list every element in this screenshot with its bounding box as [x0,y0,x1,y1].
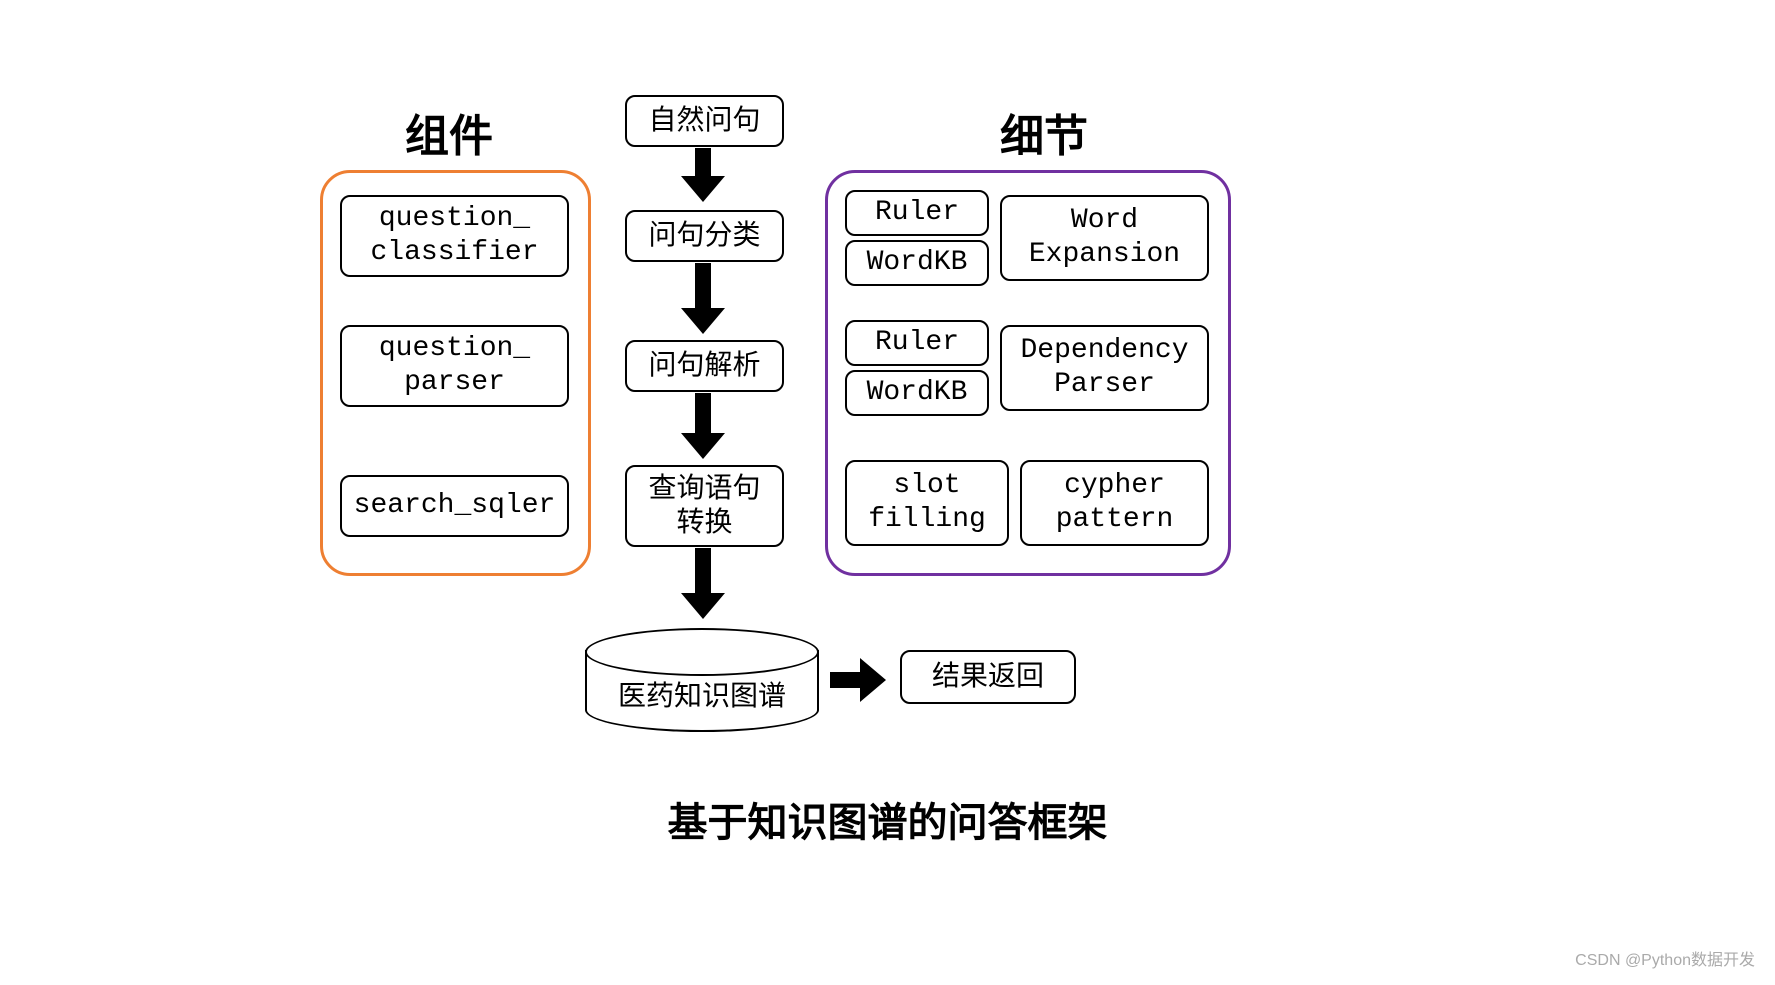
label: 自然问句 [648,104,760,138]
detail-wordkb-2: WordKB [845,370,989,416]
label-line2: 转换 [676,506,732,540]
label: 医药知识图谱 [618,674,786,714]
label: Ruler [875,196,959,230]
diagram-title: 基于知识图谱的问答框架 [0,790,1775,848]
node-natural-question: 自然问句 [625,95,784,147]
label: search_sqler [354,489,556,523]
right-header: 细节 [1000,100,1088,164]
node-result-return: 结果返回 [900,650,1076,704]
diagram-canvas: 组件 细节 question_ classifier question_ par… [0,0,1775,985]
label: 问句解析 [648,349,760,383]
label: 结果返回 [932,660,1044,694]
detail-cypher-pattern: cypher pattern [1020,460,1209,546]
label-line2: pattern [1056,503,1174,537]
arrow-icon [685,393,721,459]
arrow-icon [685,148,721,202]
label-line1: 查询语句 [648,472,760,506]
label: WordKB [867,376,968,410]
arrow-icon [685,263,721,334]
node-question-parse: 问句解析 [625,340,784,392]
label-line1: cypher [1064,469,1165,503]
arrow-icon [830,658,886,702]
label-line1: question_ [379,332,530,366]
label-line1: question_ [379,202,530,236]
label-line2: Parser [1054,368,1155,402]
label: WordKB [867,246,968,280]
label-line1: Dependency [1020,334,1188,368]
label-line1: Word [1071,204,1138,238]
node-question-classify: 问句分类 [625,210,784,262]
component-question-parser: question_ parser [340,325,569,407]
label-line2: Expansion [1029,238,1180,272]
label-line2: parser [404,366,505,400]
detail-word-expansion: Word Expansion [1000,195,1209,281]
arrow-icon [685,548,721,619]
detail-ruler-2: Ruler [845,320,989,366]
label: 问句分类 [648,219,760,253]
component-question-classifier: question_ classifier [340,195,569,277]
label-line2: classifier [370,236,538,270]
node-query-convert: 查询语句 转换 [625,465,784,547]
label-line2: filling [868,503,986,537]
component-search-sqler: search_sqler [340,475,569,537]
left-header: 组件 [405,100,493,164]
detail-ruler-1: Ruler [845,190,989,236]
label-line1: slot [893,469,960,503]
detail-wordkb-1: WordKB [845,240,989,286]
watermark-text: CSDN @Python数据开发 [1575,946,1755,970]
detail-dependency-parser: Dependency Parser [1000,325,1209,411]
label: Ruler [875,326,959,360]
detail-slot-filling: slot filling [845,460,1009,546]
node-knowledge-graph-db: 医药知识图谱 [585,650,819,732]
